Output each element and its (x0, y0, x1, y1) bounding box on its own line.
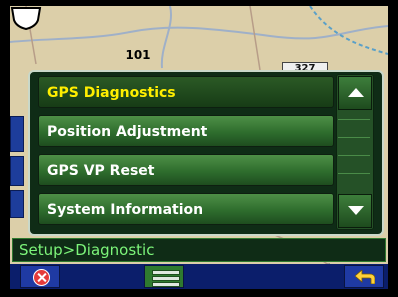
scroll-up-button[interactable] (338, 76, 372, 110)
scroll-down-arrow-icon (348, 206, 364, 215)
device-frame: 101 327 N GPS Diagnostics Position Adjus… (0, 0, 398, 297)
scroll-up-arrow-icon (348, 88, 364, 97)
menu-item-system-information[interactable]: System Information (38, 193, 334, 225)
diagnostic-menu-panel: GPS Diagnostics Position Adjustment GPS … (28, 70, 384, 236)
highway-shield-icon (10, 7, 42, 30)
list-icon (152, 270, 180, 275)
menu-item-gps-vp-reset[interactable]: GPS VP Reset (38, 154, 334, 186)
list-button[interactable] (144, 265, 184, 288)
cancel-x-icon (33, 269, 50, 286)
breadcrumb-bar: Setup>Diagnostic (12, 238, 386, 262)
map-side-tab-1 (10, 116, 24, 152)
breadcrumb: Setup>Diagnostic (19, 241, 155, 259)
bottom-toolbar (10, 264, 388, 289)
menu-item-position-adjustment[interactable]: Position Adjustment (38, 115, 334, 147)
back-arrow-icon (355, 270, 375, 284)
back-button[interactable] (344, 265, 384, 288)
highway-shield-label: 101 (125, 48, 151, 62)
cancel-button[interactable] (20, 265, 60, 288)
scroll-track[interactable] (338, 109, 370, 195)
map-side-tab-3 (10, 190, 24, 218)
screen: 101 327 N GPS Diagnostics Position Adjus… (10, 6, 388, 289)
menu-scrollbar[interactable] (336, 74, 374, 230)
map-side-tab-2 (10, 156, 24, 186)
scroll-down-button[interactable] (338, 194, 372, 228)
menu-item-gps-diagnostics[interactable]: GPS Diagnostics (38, 76, 334, 108)
